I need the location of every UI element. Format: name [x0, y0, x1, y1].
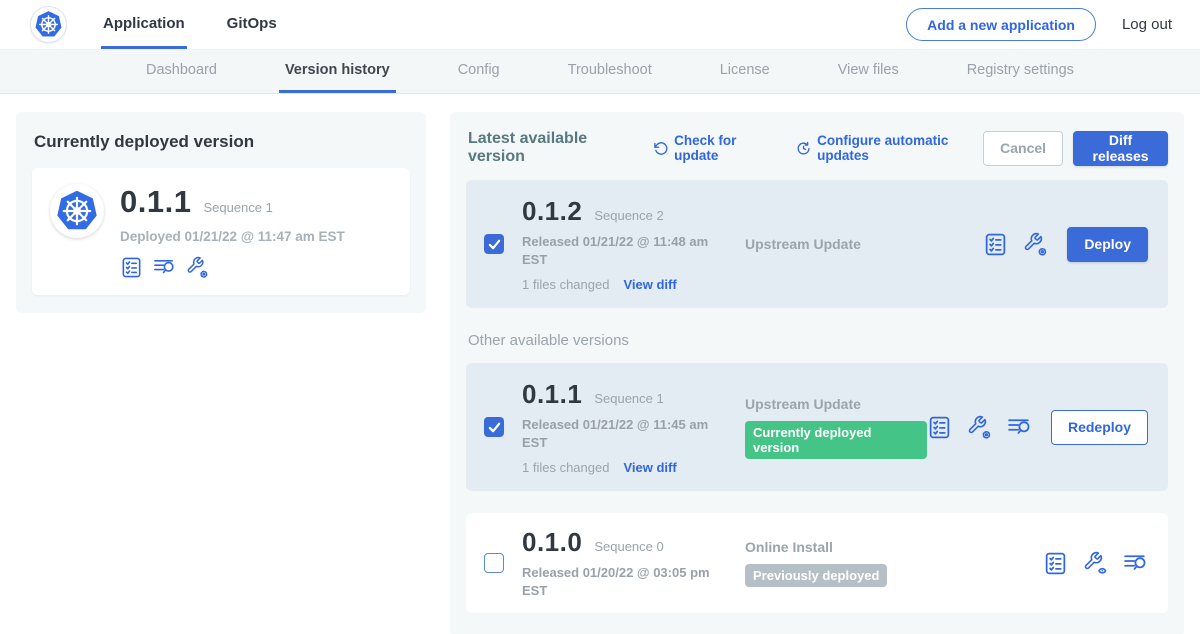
- other-available-versions-label: Other available versions: [468, 332, 1168, 349]
- latest-available-title: Latest available version: [468, 130, 629, 166]
- diff-releases-button[interactable]: Diff releases: [1073, 131, 1168, 166]
- view-config-icon[interactable]: [1083, 551, 1108, 576]
- version-number: 0.1.2: [522, 196, 582, 227]
- deployed-sequence-label: Sequence 1: [203, 200, 272, 215]
- kubernetes-logo-icon: [30, 6, 67, 43]
- main-content: Currently deployed version 0: [0, 94, 1200, 634]
- cancel-button[interactable]: Cancel: [983, 131, 1063, 166]
- edit-config-icon[interactable]: [1023, 232, 1048, 257]
- tab-troubleshoot[interactable]: Troubleshoot: [562, 50, 658, 93]
- configure-automatic-updates-link[interactable]: Configure automatic updates: [796, 133, 983, 163]
- logout-link[interactable]: Log out: [1122, 16, 1172, 33]
- tab-dashboard[interactable]: Dashboard: [140, 50, 223, 93]
- version-number: 0.1.0: [522, 527, 582, 558]
- top-nav-actions: Add a new application Log out: [906, 0, 1200, 49]
- deployed-version-info: 0.1.1 Sequence 1 Deployed 01/21/22 @ 11:…: [120, 184, 345, 279]
- top-navigation: Application GitOps Add a new application…: [0, 0, 1200, 50]
- sequence-label: Sequence 0: [594, 539, 663, 554]
- available-versions-panel: Latest available version Check for updat…: [450, 112, 1184, 634]
- app-sub-navigation: Dashboard Version history Config Trouble…: [0, 50, 1200, 94]
- sequence-label: Sequence 2: [594, 208, 663, 223]
- released-timestamp: Released 01/21/22 @ 11:45 am EST: [522, 416, 722, 451]
- schedule-update-icon: [796, 140, 811, 157]
- currently-deployed-badge: Currently deployed version: [745, 421, 927, 459]
- tab-view-files[interactable]: View files: [832, 50, 905, 93]
- version-actions: Deploy: [983, 227, 1152, 262]
- preflight-checklist-icon[interactable]: [983, 232, 1008, 257]
- view-files-icon[interactable]: [1123, 551, 1148, 576]
- source-label: Online Install: [745, 539, 1043, 555]
- tab-registry-settings[interactable]: Registry settings: [961, 50, 1080, 93]
- refresh-icon: [653, 140, 668, 157]
- tab-license[interactable]: License: [714, 50, 776, 93]
- deployed-version-card: 0.1.1 Sequence 1 Deployed 01/21/22 @ 11:…: [32, 168, 410, 295]
- add-application-button[interactable]: Add a new application: [906, 8, 1096, 41]
- sequence-label: Sequence 1: [594, 391, 663, 406]
- currently-deployed-panel: Currently deployed version 0: [16, 112, 426, 313]
- version-source: Upstream Update: [745, 236, 983, 252]
- edit-config-icon[interactable]: [967, 415, 992, 440]
- version-source: Upstream Update Currently deployed versi…: [745, 396, 927, 459]
- preflight-checklist-icon[interactable]: [927, 415, 952, 440]
- version-checkbox[interactable]: [484, 234, 504, 254]
- tab-application[interactable]: Application: [101, 0, 187, 49]
- files-changed-label: 1 files changed: [522, 277, 609, 292]
- view-diff-link[interactable]: View diff: [623, 277, 676, 292]
- configure-automatic-updates-label: Configure automatic updates: [817, 133, 983, 163]
- released-timestamp: Released 01/21/22 @ 11:48 am EST: [522, 233, 722, 268]
- kubernetes-app-icon: [50, 184, 104, 238]
- version-info: 0.1.2 Sequence 2 Released 01/21/22 @ 11:…: [522, 196, 727, 292]
- app-logo: [0, 0, 67, 49]
- tab-version-history[interactable]: Version history: [279, 50, 396, 93]
- version-info: 0.1.1 Sequence 1 Released 01/21/22 @ 11:…: [522, 379, 727, 475]
- preflight-checklist-icon[interactable]: [120, 256, 143, 279]
- version-actions: [1043, 551, 1152, 576]
- view-diff-link[interactable]: View diff: [623, 460, 676, 475]
- view-files-icon[interactable]: [1007, 415, 1032, 440]
- deployed-timestamp: Deployed 01/21/22 @ 11:47 am EST: [120, 229, 345, 244]
- version-number: 0.1.1: [522, 379, 582, 410]
- version-source: Online Install Previously deployed: [745, 539, 1043, 587]
- deployed-panel-title: Currently deployed version: [34, 132, 410, 152]
- check-for-update-link[interactable]: Check for update: [653, 133, 772, 163]
- version-actions: Redeploy: [927, 410, 1152, 445]
- version-checkbox[interactable]: [484, 553, 504, 573]
- version-card-0-1-0: 0.1.0 Sequence 0 Released 01/20/22 @ 03:…: [466, 513, 1168, 613]
- deploy-button[interactable]: Deploy: [1067, 227, 1148, 262]
- versions-panel-header: Latest available version Check for updat…: [466, 130, 1168, 166]
- released-timestamp: Released 01/20/22 @ 03:05 pm EST: [522, 564, 722, 599]
- preflight-checklist-icon[interactable]: [1043, 551, 1068, 576]
- tab-config[interactable]: Config: [452, 50, 506, 93]
- version-checkbox[interactable]: [484, 417, 504, 437]
- version-card-0-1-1: 0.1.1 Sequence 1 Released 01/21/22 @ 11:…: [466, 363, 1168, 491]
- source-label: Upstream Update: [745, 396, 927, 412]
- redeploy-button[interactable]: Redeploy: [1051, 410, 1148, 445]
- top-nav-tabs: Application GitOps: [101, 0, 317, 49]
- source-label: Upstream Update: [745, 236, 983, 252]
- view-files-icon[interactable]: [153, 256, 176, 279]
- edit-config-icon[interactable]: [186, 256, 209, 279]
- deployed-version-number: 0.1.1: [120, 184, 191, 220]
- files-changed-label: 1 files changed: [522, 460, 609, 475]
- tab-gitops[interactable]: GitOps: [225, 0, 279, 49]
- version-card-0-1-2: 0.1.2 Sequence 2 Released 01/21/22 @ 11:…: [466, 180, 1168, 308]
- previously-deployed-badge: Previously deployed: [745, 564, 887, 587]
- version-info: 0.1.0 Sequence 0 Released 01/20/22 @ 03:…: [522, 527, 727, 599]
- check-for-update-label: Check for update: [674, 133, 772, 163]
